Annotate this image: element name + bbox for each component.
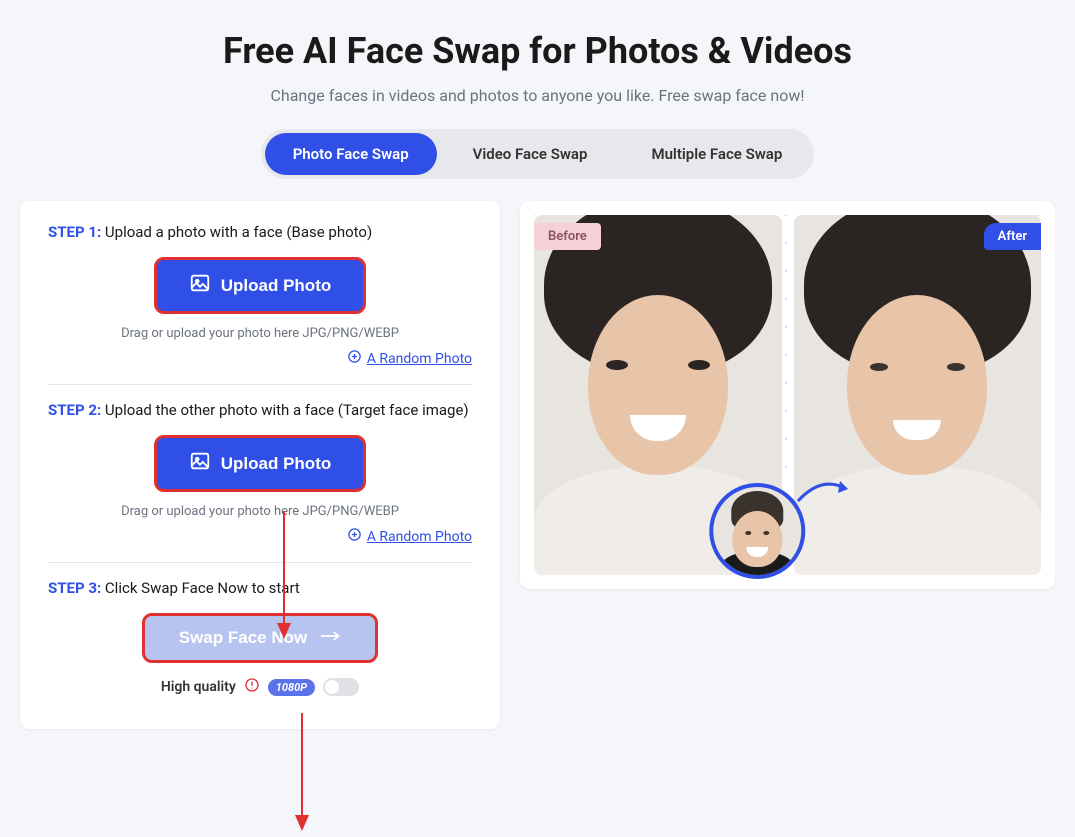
badge-1080p: 1080P bbox=[268, 679, 315, 696]
warning-icon bbox=[244, 677, 260, 697]
quality-row: High quality 1080P bbox=[48, 677, 472, 697]
tab-photo-face-swap[interactable]: Photo Face Swap bbox=[265, 133, 437, 175]
toggle-thumb bbox=[325, 680, 339, 694]
image-icon bbox=[189, 450, 211, 477]
upload-photo-step1-label: Upload Photo bbox=[221, 276, 331, 296]
step-2-hint: Drag or upload your photo here JPG/PNG/W… bbox=[48, 504, 472, 519]
plus-circle-icon bbox=[347, 527, 362, 546]
preview-after-image: After bbox=[794, 215, 1042, 575]
step-1-label: STEP 1: bbox=[48, 223, 101, 241]
image-icon bbox=[189, 272, 211, 299]
arrow-right-icon bbox=[321, 628, 341, 648]
step-2-header: STEP 2: Upload the other photo with a fa… bbox=[48, 401, 472, 419]
high-quality-label: High quality bbox=[161, 679, 236, 695]
plus-circle-icon bbox=[347, 349, 362, 368]
upload-photo-step1-button[interactable]: Upload Photo bbox=[154, 257, 366, 314]
target-face-circle bbox=[709, 483, 805, 579]
page-subtitle: Change faces in videos and photos to any… bbox=[20, 86, 1055, 105]
preview-panel: Before After bbox=[520, 201, 1055, 589]
upload-photo-step2-label: Upload Photo bbox=[221, 454, 331, 474]
step-2-text: Upload the other photo with a face (Targ… bbox=[101, 401, 468, 419]
after-face-illustration bbox=[794, 215, 1042, 575]
tabs-container: Photo Face Swap Video Face Swap Multiple… bbox=[20, 129, 1055, 179]
page-title: Free AI Face Swap for Photos & Videos bbox=[20, 30, 1055, 72]
step-3-header: STEP 3: Click Swap Face Now to start bbox=[48, 579, 472, 597]
annotation-arrow-1 bbox=[275, 511, 293, 645]
step-1-hint: Drag or upload your photo here JPG/PNG/W… bbox=[48, 326, 472, 341]
swap-arrow-icon bbox=[794, 471, 854, 515]
step-3-block: STEP 3: Click Swap Face Now to start Swa… bbox=[48, 579, 472, 713]
swap-face-now-button[interactable]: Swap Face Now bbox=[142, 613, 378, 663]
step-3-text: Click Swap Face Now to start bbox=[101, 579, 300, 597]
tab-video-face-swap[interactable]: Video Face Swap bbox=[445, 133, 616, 175]
step-2-label: STEP 2: bbox=[48, 401, 101, 419]
step-2-block: STEP 2: Upload the other photo with a fa… bbox=[48, 401, 472, 563]
step-1-text: Upload a photo with a face (Base photo) bbox=[101, 223, 372, 241]
random-photo-link-step2[interactable]: A Random Photo bbox=[367, 529, 472, 545]
before-badge: Before bbox=[534, 223, 601, 250]
step-1-block: STEP 1: Upload a photo with a face (Base… bbox=[48, 223, 472, 385]
tab-multiple-face-swap[interactable]: Multiple Face Swap bbox=[623, 133, 810, 175]
annotation-arrow-2 bbox=[293, 713, 311, 837]
step-3-label: STEP 3: bbox=[48, 579, 101, 597]
step-1-header: STEP 1: Upload a photo with a face (Base… bbox=[48, 223, 472, 241]
high-quality-toggle[interactable] bbox=[323, 678, 359, 696]
tabs: Photo Face Swap Video Face Swap Multiple… bbox=[261, 129, 815, 179]
upload-photo-step2-button[interactable]: Upload Photo bbox=[154, 435, 366, 492]
steps-panel: STEP 1: Upload a photo with a face (Base… bbox=[20, 201, 500, 729]
after-badge: After bbox=[984, 223, 1041, 250]
random-photo-link-step1[interactable]: A Random Photo bbox=[367, 351, 472, 367]
